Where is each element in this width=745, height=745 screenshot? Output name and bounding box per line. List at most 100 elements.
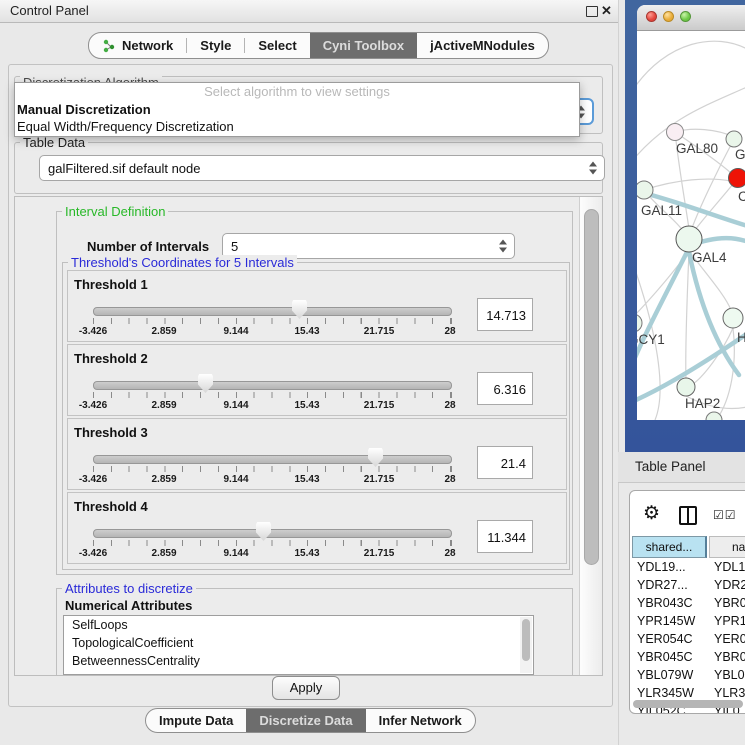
- table-data-title: Table Data: [20, 135, 88, 150]
- apply-button[interactable]: Apply: [272, 676, 340, 700]
- tick-label: 15.43: [294, 548, 319, 559]
- threshold-4-value-field[interactable]: 11.344: [477, 520, 533, 553]
- tick-label: 15.43: [294, 326, 319, 337]
- tab-discretize-data[interactable]: Discretize Data: [246, 709, 365, 732]
- node-label-gcy1: GCY1: [637, 332, 665, 347]
- table-row[interactable]: YDL19...YDL1: [630, 558, 745, 576]
- cell: YBR045C: [637, 648, 693, 666]
- table-panel-card: ⚙ ☑☑ shared... na YDL19...YDL1 YDR27...Y…: [629, 490, 745, 714]
- tab-select[interactable]: Select: [245, 33, 309, 58]
- dropdown-option-manual[interactable]: Manual Discretization: [15, 101, 579, 118]
- minimize-traffic-light-icon[interactable]: [663, 11, 674, 22]
- table-data-group: Table Data galFiltered.sif default node: [14, 142, 603, 194]
- table-horizontal-scrollbar[interactable]: [633, 700, 745, 708]
- threshold-2-slider-track[interactable]: [93, 381, 452, 390]
- table-row[interactable]: YDR27...YDR2: [630, 576, 745, 594]
- threshold-4-slider-track[interactable]: [93, 529, 452, 538]
- list-scrollbar[interactable]: [520, 617, 532, 673]
- cell: YER054C: [637, 630, 693, 648]
- dropdown-option-equal-width[interactable]: Equal Width/Frequency Discretization: [15, 118, 579, 135]
- scrollbar-thumb[interactable]: [633, 700, 743, 708]
- network-canvas[interactable]: GAL80 GA C GAL11 GAL4 GCY1 H HAP2: [637, 31, 745, 420]
- tab-network[interactable]: Network: [89, 33, 186, 58]
- table-row[interactable]: YBL079WYBL0: [630, 666, 745, 684]
- threshold-1-value-field[interactable]: 14.713: [477, 298, 533, 331]
- tick-label: -3.426: [79, 326, 107, 337]
- spinner-arrows-icon: [499, 240, 507, 253]
- node-right[interactable]: [723, 308, 743, 328]
- list-item[interactable]: TopologicalCoefficient: [64, 634, 533, 652]
- node-bottom-partial[interactable]: [706, 412, 722, 420]
- numerical-attributes-list[interactable]: SelfLoops TopologicalCoefficient Between…: [63, 615, 534, 675]
- tick-label: 21.715: [364, 548, 395, 559]
- threshold-3-slider-handle[interactable]: [368, 448, 383, 467]
- tab-cyni-label: Cyni Toolbox: [323, 38, 404, 53]
- threshold-2-value-field[interactable]: 6.316: [477, 372, 533, 405]
- list-item[interactable]: BetweennessCentrality: [64, 652, 533, 670]
- tab-cyni-toolbox[interactable]: Cyni Toolbox: [310, 33, 417, 58]
- node-label-gal80: GAL80: [676, 141, 718, 156]
- threshold-1-slider-handle[interactable]: [292, 300, 307, 319]
- gear-icon[interactable]: ⚙: [643, 502, 660, 525]
- numerical-attributes-label: Numerical Attributes: [65, 598, 192, 613]
- column-header-name[interactable]: na: [709, 536, 745, 558]
- threshold-1-slider-track[interactable]: [93, 307, 452, 316]
- network-window-titlebar[interactable]: [637, 5, 745, 31]
- node-label-gal4: GAL4: [692, 250, 727, 265]
- node-red[interactable]: [729, 169, 745, 188]
- scrollbar-thumb[interactable]: [584, 209, 599, 565]
- node-gal4[interactable]: [676, 226, 702, 252]
- table-panel-title: Table Panel: [635, 452, 706, 482]
- cell: YDR27...: [637, 576, 688, 594]
- threshold-1-label: Threshold 1: [74, 277, 148, 292]
- node-gal11[interactable]: [637, 181, 653, 199]
- table-data-combobox[interactable]: galFiltered.sif default node: [39, 155, 605, 181]
- cell: YBL0: [714, 666, 745, 684]
- thresholds-group-title: Threshold's Coordinates for 5 Intervals: [68, 255, 297, 270]
- tab-infer-network[interactable]: Infer Network: [366, 709, 475, 732]
- threshold-3-slider-track[interactable]: [93, 455, 452, 464]
- zoom-traffic-light-icon[interactable]: [680, 11, 691, 22]
- float-window-icon[interactable]: [586, 6, 598, 17]
- cell: YER0: [714, 630, 745, 648]
- top-tabbar: Network Style Select Cyni Toolbox jActiv…: [88, 32, 549, 59]
- node-gcy1[interactable]: [637, 314, 642, 332]
- checkbox-icons[interactable]: ☑☑: [713, 508, 737, 522]
- cell: YBR0: [714, 648, 745, 666]
- tick-label: 15.43: [294, 474, 319, 485]
- table-row[interactable]: YBR043CYBR0: [630, 594, 745, 612]
- threshold-2-slider-handle[interactable]: [198, 374, 213, 393]
- tab-jactivemnodules[interactable]: jActiveMNodules: [417, 33, 548, 58]
- node-green-top[interactable]: [726, 131, 742, 147]
- tab-style[interactable]: Style: [187, 33, 244, 58]
- tick-label: 28: [444, 474, 455, 485]
- tab-impute-data[interactable]: Impute Data: [146, 709, 246, 732]
- threshold-3-value-field[interactable]: 21.4: [477, 446, 533, 479]
- tick-label: 28: [444, 326, 455, 337]
- threshold-4-slider-handle[interactable]: [256, 522, 271, 541]
- node-pink[interactable]: [667, 124, 684, 141]
- split-columns-icon[interactable]: [679, 506, 697, 525]
- table-body: YDL19...YDL1 YDR27...YDR2 YBR043CYBR0 YP…: [630, 558, 745, 714]
- settings-scrollbar[interactable]: [579, 197, 602, 675]
- tick-label: 9.144: [223, 400, 248, 411]
- tab-network-label: Network: [122, 38, 173, 53]
- attributes-group: Attributes to discretize Numerical Attri…: [56, 588, 573, 676]
- tab-style-label: Style: [200, 38, 231, 53]
- settings-scroll-panel: Interval Definition Number of Intervals …: [14, 196, 603, 676]
- table-row[interactable]: YBR045C YBR0: [630, 648, 745, 666]
- close-traffic-light-icon[interactable]: [646, 11, 657, 22]
- table-row[interactable]: YER054C YER0: [630, 630, 745, 648]
- node-hap2[interactable]: [677, 378, 695, 396]
- number-of-intervals-label: Number of Intervals: [87, 239, 209, 254]
- threshold-row-1: Threshold 1 -3.426 2.859 9.144 15.43 21.…: [67, 270, 567, 342]
- cell: YPR145W: [637, 612, 695, 630]
- threshold-row-3: Threshold 3 -3.426 2.859 9.144 15.43 21.…: [67, 418, 567, 490]
- close-icon[interactable]: ✕: [601, 2, 612, 20]
- column-header-shared[interactable]: shared...: [632, 536, 707, 558]
- panel-title: Control Panel: [10, 0, 89, 22]
- table-row[interactable]: YPR145WYPR1: [630, 612, 745, 630]
- control-panel-titlebar: Control Panel ✕: [0, 0, 618, 23]
- tick-label: 2.859: [151, 326, 176, 337]
- list-item[interactable]: SelfLoops: [64, 616, 533, 634]
